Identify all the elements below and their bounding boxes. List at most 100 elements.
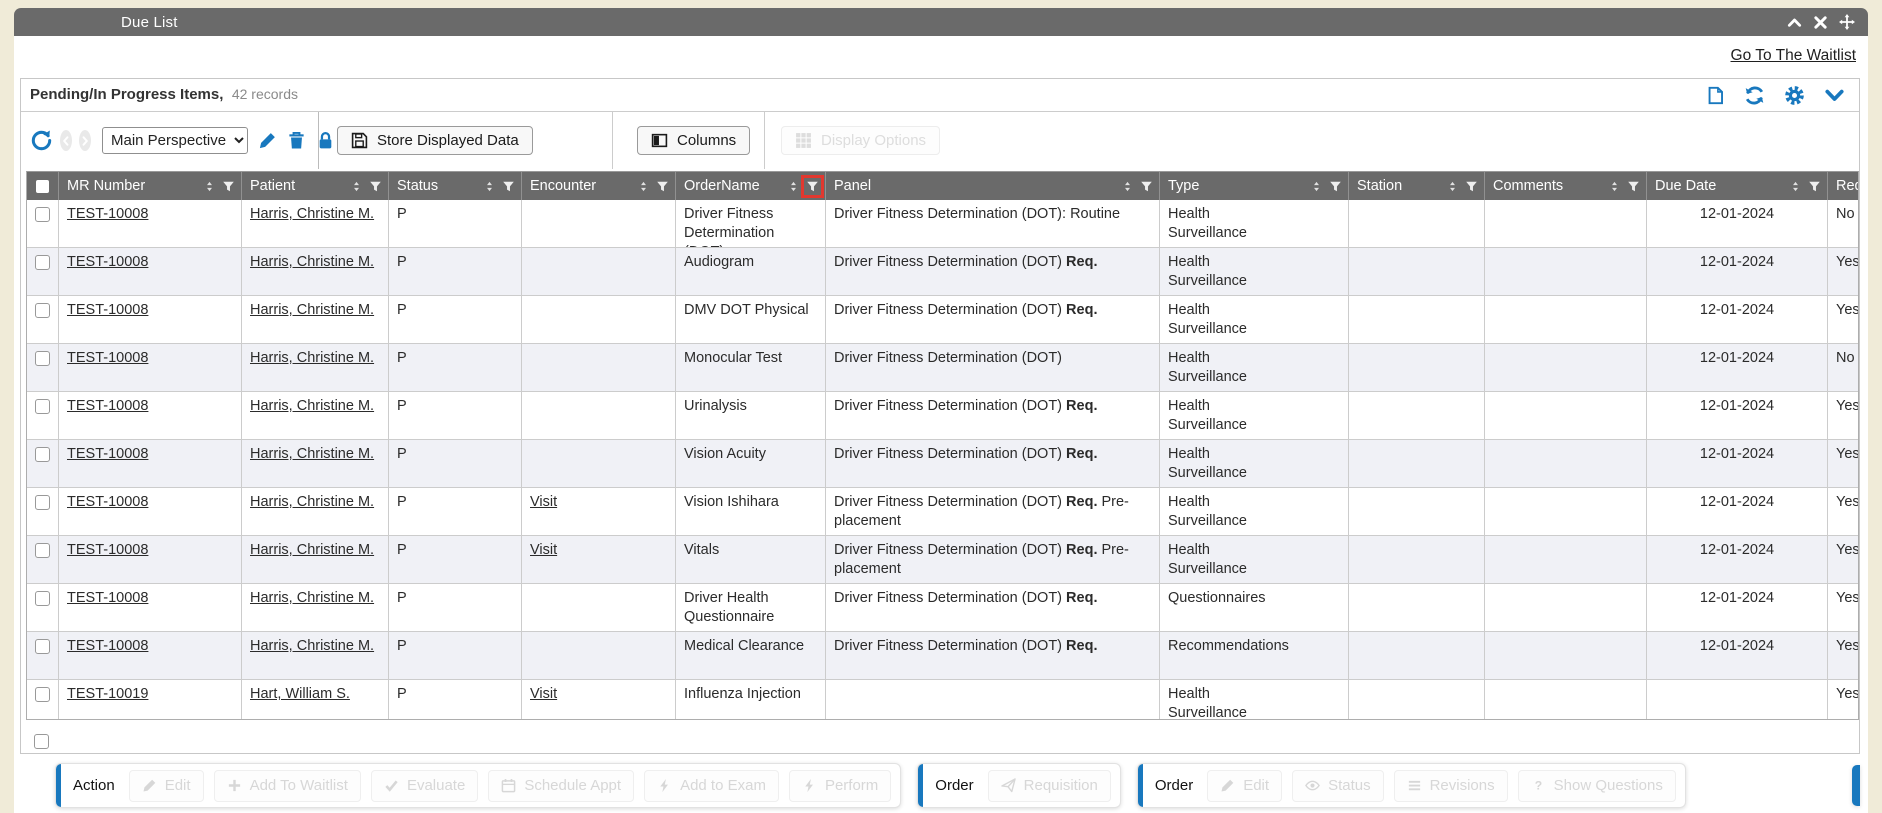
settings-gear-icon[interactable]	[1784, 85, 1805, 106]
columns-button[interactable]: Columns	[637, 126, 750, 155]
window-titlebar[interactable]: Due List	[14, 8, 1868, 36]
perspective-select[interactable]: Main Perspective	[102, 127, 248, 154]
edit-button[interactable]: Edit	[1207, 770, 1282, 802]
row-checkbox[interactable]	[35, 639, 50, 654]
sort-icon[interactable]	[351, 180, 362, 193]
add-to-waitlist-button[interactable]: Add To Waitlist	[214, 770, 361, 802]
patient-link[interactable]: Harris, Christine M.	[250, 254, 374, 270]
row-checkbox[interactable]	[35, 543, 50, 558]
requisition-button[interactable]: Requisition	[988, 770, 1111, 802]
column-header-panel[interactable]: Panel	[826, 172, 1160, 200]
filter-icon[interactable]	[1808, 180, 1821, 193]
row-checkbox[interactable]	[35, 591, 50, 606]
row-checkbox[interactable]	[35, 351, 50, 366]
close-icon[interactable]	[1813, 15, 1828, 30]
cell-due_date: 12-01-2024	[1647, 440, 1828, 487]
mr-number-link[interactable]: TEST-10019	[67, 686, 148, 702]
undo-icon[interactable]	[30, 129, 53, 152]
patient-link[interactable]: Harris, Christine M.	[250, 542, 374, 558]
patient-link[interactable]: Harris, Christine M.	[250, 350, 374, 366]
filter-icon[interactable]	[1627, 180, 1640, 193]
sort-icon[interactable]	[1447, 180, 1458, 193]
patient-link[interactable]: Harris, Christine M.	[250, 206, 374, 222]
column-header-station[interactable]: Station	[1349, 172, 1485, 200]
column-header-status[interactable]: Status	[389, 172, 522, 200]
filter-icon[interactable]	[369, 180, 382, 193]
patient-link[interactable]: Harris, Christine M.	[250, 446, 374, 462]
patient-link[interactable]: Harris, Christine M.	[250, 638, 374, 654]
encounter-link[interactable]: Visit	[530, 494, 557, 510]
select-all-checkbox[interactable]	[36, 180, 49, 193]
filter-icon-highlighted[interactable]	[806, 180, 819, 193]
patient-link[interactable]: Harris, Christine M.	[250, 302, 374, 318]
perform-button[interactable]: Perform	[789, 770, 891, 802]
cell-type: Health Surveillance	[1160, 200, 1349, 247]
add-to-exam-button[interactable]: Add to Exam	[644, 770, 779, 802]
evaluate-button[interactable]: Evaluate	[371, 770, 478, 802]
mr-number-link[interactable]: TEST-10008	[67, 494, 148, 510]
column-header-encounter[interactable]: Encounter	[522, 172, 676, 200]
schedule-appt-button[interactable]: Schedule Appt	[488, 770, 634, 802]
filter-icon[interactable]	[1329, 180, 1342, 193]
sort-icon[interactable]	[788, 180, 799, 193]
column-header-due_date[interactable]: Due Date	[1647, 172, 1828, 200]
encounter-link[interactable]: Visit	[530, 542, 557, 558]
column-header-type[interactable]: Type	[1160, 172, 1349, 200]
revisions-button[interactable]: Revisions	[1394, 770, 1508, 802]
row-checkbox[interactable]	[34, 734, 49, 749]
row-checkbox[interactable]	[35, 303, 50, 318]
sort-icon[interactable]	[1790, 180, 1801, 193]
column-header-comments[interactable]: Comments	[1485, 172, 1647, 200]
mr-number-link[interactable]: TEST-10008	[67, 302, 148, 318]
filter-icon[interactable]	[1465, 180, 1478, 193]
refresh-icon[interactable]	[1744, 85, 1765, 106]
patient-link[interactable]: Harris, Christine M.	[250, 398, 374, 414]
sort-icon[interactable]	[484, 180, 495, 193]
show-questions-button[interactable]: ?Show Questions	[1518, 770, 1676, 802]
mr-number-link[interactable]: TEST-10008	[67, 398, 148, 414]
filter-icon[interactable]	[502, 180, 515, 193]
edit-perspective-pencil-icon[interactable]	[258, 131, 277, 150]
mr-number-link[interactable]: TEST-10008	[67, 446, 148, 462]
column-header-order_name[interactable]: OrderName	[676, 172, 826, 200]
patient-link[interactable]: Harris, Christine M.	[250, 494, 374, 510]
sort-icon[interactable]	[1311, 180, 1322, 193]
edit-button[interactable]: Edit	[129, 770, 204, 802]
collapse-icon[interactable]	[1787, 15, 1802, 30]
mr-number-link[interactable]: TEST-10008	[67, 206, 148, 222]
display-options-button[interactable]: Display Options	[781, 126, 940, 155]
sort-icon[interactable]	[1122, 180, 1133, 193]
waitlist-link[interactable]: Go To The Waitlist	[1731, 47, 1856, 65]
row-checkbox[interactable]	[35, 687, 50, 702]
sort-icon[interactable]	[1609, 180, 1620, 193]
next-perspective-button[interactable]	[79, 130, 91, 151]
prev-perspective-button[interactable]	[60, 130, 72, 151]
collapse-panel-icon[interactable]	[1824, 85, 1845, 106]
column-header-req[interactable]: Req	[1828, 172, 1859, 200]
filter-icon[interactable]	[222, 180, 235, 193]
sort-icon[interactable]	[638, 180, 649, 193]
row-checkbox[interactable]	[35, 207, 50, 222]
filter-icon[interactable]	[1140, 180, 1153, 193]
store-displayed-data-button[interactable]: Store Displayed Data	[337, 126, 533, 155]
mr-number-link[interactable]: TEST-10008	[67, 590, 148, 606]
patient-link[interactable]: Hart, William S.	[250, 686, 350, 702]
sort-icon[interactable]	[204, 180, 215, 193]
encounter-link[interactable]: Visit	[530, 686, 557, 702]
row-checkbox[interactable]	[35, 447, 50, 462]
row-checkbox[interactable]	[35, 399, 50, 414]
status-button[interactable]: Status	[1292, 770, 1384, 802]
mr-number-link[interactable]: TEST-10008	[67, 542, 148, 558]
mr-number-link[interactable]: TEST-10008	[67, 638, 148, 654]
mr-number-link[interactable]: TEST-10008	[67, 350, 148, 366]
patient-link[interactable]: Harris, Christine M.	[250, 590, 374, 606]
new-document-icon[interactable]	[1706, 86, 1725, 105]
column-header-mr[interactable]: MR Number	[59, 172, 242, 200]
mr-number-link[interactable]: TEST-10008	[67, 254, 148, 270]
filter-icon[interactable]	[656, 180, 669, 193]
row-checkbox[interactable]	[35, 495, 50, 510]
row-checkbox[interactable]	[35, 255, 50, 270]
delete-perspective-trash-icon[interactable]	[287, 131, 306, 150]
move-icon[interactable]	[1839, 14, 1855, 30]
column-header-patient[interactable]: Patient	[242, 172, 389, 200]
